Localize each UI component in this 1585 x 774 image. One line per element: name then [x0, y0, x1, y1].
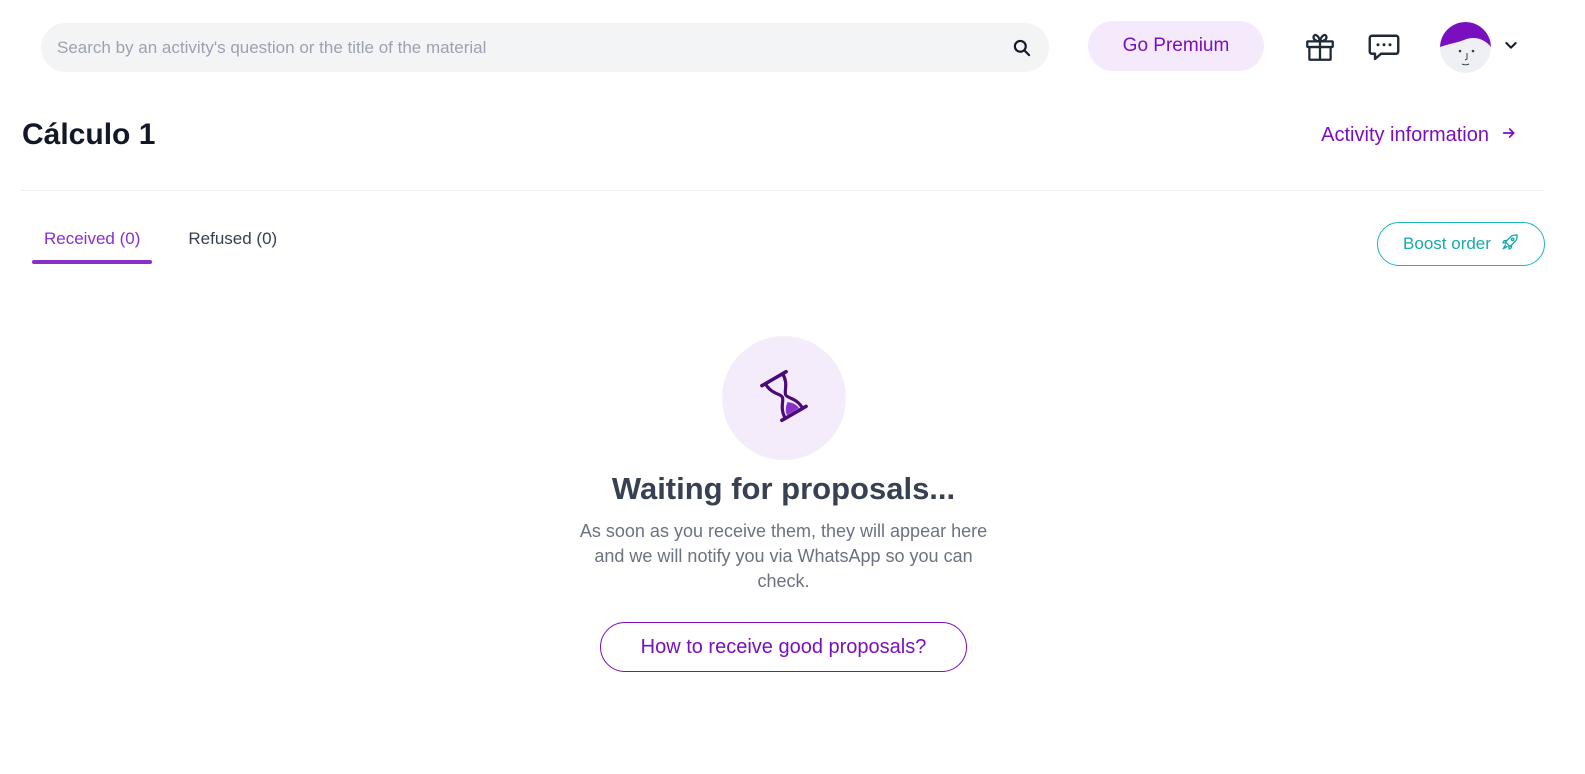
go-premium-button[interactable]: Go Premium [1088, 21, 1264, 71]
search-icon[interactable] [1011, 37, 1033, 59]
how-to-receive-proposals-button[interactable]: How to receive good proposals? [600, 622, 967, 672]
chevron-down-icon[interactable] [1503, 37, 1519, 58]
page-title: Cálculo 1 [22, 118, 156, 151]
tab-received[interactable]: Received (0) [32, 226, 153, 264]
arrow-right-icon [1501, 124, 1517, 147]
hourglass-icon [752, 364, 816, 433]
empty-state-illustration [722, 336, 846, 460]
chat-icon[interactable] [1365, 28, 1403, 66]
user-menu[interactable] [1440, 21, 1519, 73]
tab-refused[interactable]: Refused (0) [176, 226, 289, 264]
gift-icon[interactable] [1301, 28, 1339, 66]
avatar[interactable] [1440, 21, 1491, 73]
empty-state-title: Waiting for proposals... [611, 471, 956, 506]
search-bar[interactable] [41, 23, 1049, 72]
rocket-icon [1501, 233, 1519, 256]
header-divider [21, 190, 1545, 191]
search-input[interactable] [57, 37, 1011, 58]
proposal-tabs: Received (0) Refused (0) [32, 226, 289, 264]
empty-state-description: As soon as you receive them, they will a… [579, 521, 988, 591]
activity-information-label: Activity information [1321, 124, 1489, 146]
boost-order-label: Boost order [1403, 234, 1491, 253]
boost-order-button[interactable]: Boost order [1377, 222, 1545, 266]
activity-information-link[interactable]: Activity information [1321, 124, 1517, 147]
